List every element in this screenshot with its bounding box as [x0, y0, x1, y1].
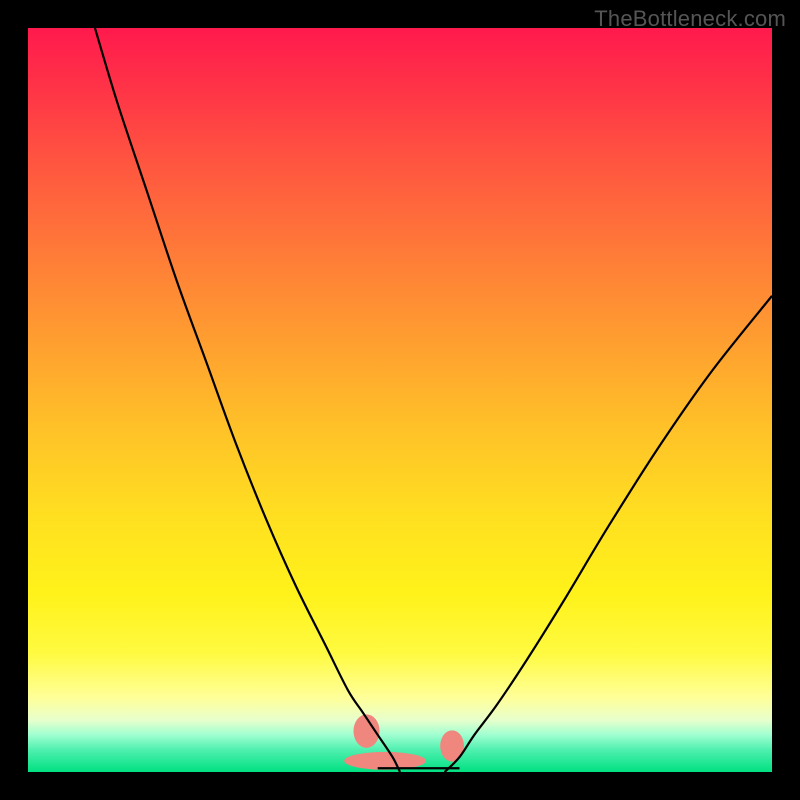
left-curve-path: [95, 28, 400, 772]
markers-group: [344, 714, 464, 769]
right-curve-path: [445, 296, 772, 772]
valley-marker: [344, 752, 426, 770]
watermark-text: TheBottleneck.com: [594, 6, 786, 32]
chart-frame: [28, 28, 772, 772]
chart-svg: [28, 28, 772, 772]
